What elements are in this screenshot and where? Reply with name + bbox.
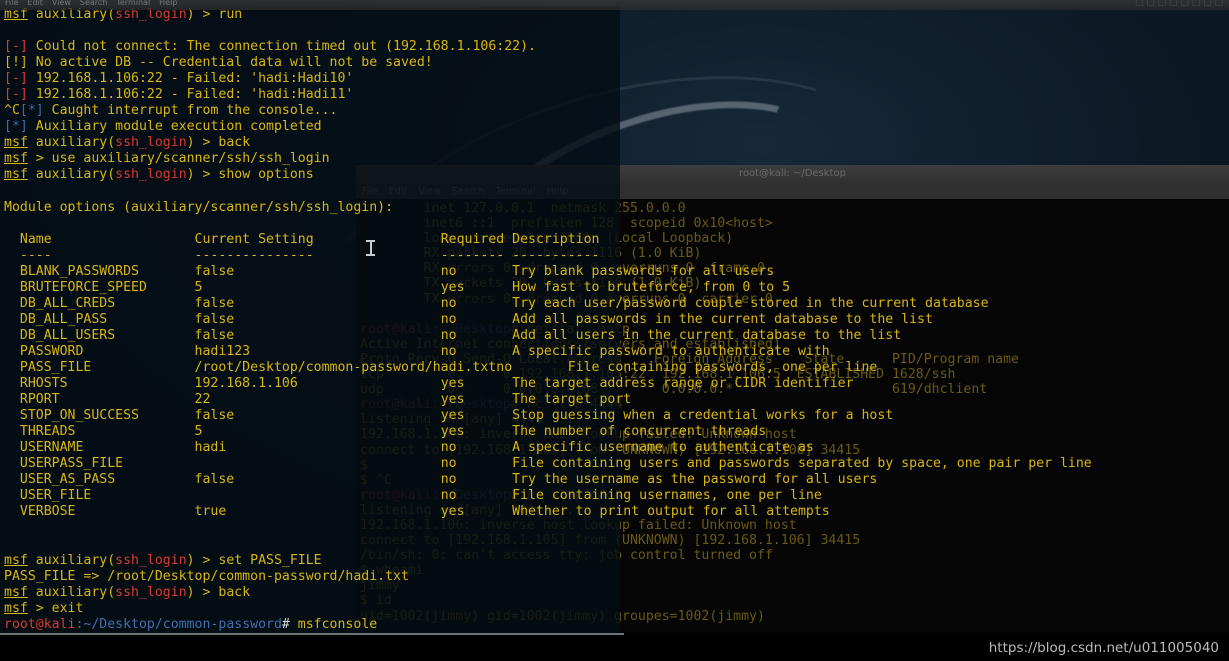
foreground-terminal-bottom-edge <box>0 633 624 635</box>
module-options-column-headers: Name Current Setting <box>4 231 441 247</box>
module-options-rule: ---- --------------- <box>4 247 441 263</box>
module-options-row: USER_AS_PASS false <box>4 472 441 488</box>
msf-prompt: msf <box>4 151 28 167</box>
module-options-row: STOP_ON_SUCCESS false <box>4 408 441 424</box>
terminal-info-line: ^C[*] Caught interrupt from the console.… <box>4 103 338 119</box>
module-options-row: USERNAME hadi <box>4 440 441 456</box>
menu-terminal[interactable]: Terminal <box>116 0 150 7</box>
terminal-command-line: msf auxiliary(ssh_login) > set PASS_FILE <box>4 552 322 568</box>
watermark: https://blog.csdn.net/u011005040 <box>988 640 1219 656</box>
foreground-terminal-window[interactable]: msf auxiliary(ssh_login) > run [-] Could… <box>0 6 620 656</box>
module-options-row: PASSWORD hadi123 <box>4 343 441 359</box>
terminal-command-line: msf > exit <box>4 600 84 616</box>
msf-prompt: msf <box>4 167 28 183</box>
msf-prompt: msf <box>4 552 28 568</box>
msf-prompt: msf <box>4 584 28 600</box>
module-options-row: RPORT 22 <box>4 392 441 408</box>
menu-search[interactable]: Search <box>80 0 107 7</box>
global-menubar[interactable]: File Edit View Search Terminal Help □ □ □ □ □… <box>0 0 1229 10</box>
terminal-command-line: msf auxiliary(ssh_login) > show options <box>4 167 314 183</box>
terminal-command-line: msf auxiliary(ssh_login) > back <box>4 135 251 151</box>
menu-file[interactable]: File <box>5 0 18 7</box>
terminal-output-line: PASS_FILE => /root/Desktop/common-passwo… <box>4 568 409 584</box>
module-options-row: USER_FILE <box>4 488 441 504</box>
module-options-row: BLANK_PASSWORDS false <box>4 263 441 279</box>
menu-view[interactable]: View <box>52 0 71 7</box>
msf-prompt: msf <box>4 135 28 151</box>
terminal-shell-line: root@kali:~/Desktop/common-password# msf… <box>4 616 378 632</box>
module-options-row: THREADS 5 <box>4 424 441 440</box>
module-options-row: DB_ALL_CREDS false <box>4 295 441 311</box>
menu-help[interactable]: Help <box>159 0 177 7</box>
module-options-row: RHOSTS 192.168.1.106 <box>4 376 441 392</box>
terminal-error-line: [-] 192.168.1.106:22 - Failed: 'hadi:Had… <box>4 87 354 103</box>
global-menubar-items[interactable]: File Edit View Search Terminal Help <box>5 0 186 7</box>
terminal-command-line: msf auxiliary(ssh_login) > back <box>4 584 251 600</box>
module-options-row: DB_ALL_USERS false <box>4 327 441 343</box>
system-tray[interactable]: □ □ □ □ □ □ □ □ <box>1135 0 1223 8</box>
module-options-row: USERPASS_FILE <box>4 456 441 472</box>
module-options-header: Module options (auxiliary/scanner/ssh/ss… <box>4 199 394 215</box>
msf-prompt: msf <box>4 600 28 616</box>
module-options-row: BRUTEFORCE_SPEED 5 <box>4 279 441 295</box>
module-options-row: PASS_FILE /root/Desktop/common-password/… <box>4 360 497 376</box>
module-options-row: VERBOSE true <box>4 504 441 520</box>
terminal-warning-line: [!] No active DB -- Credential data will… <box>4 55 433 71</box>
terminal-error-line: [-] Could not connect: The connection ti… <box>4 39 536 55</box>
module-options-row: DB_ALL_PASS false <box>4 311 441 327</box>
terminal-command-line: msf > use auxiliary/scanner/ssh/ssh_logi… <box>4 151 330 167</box>
terminal-error-line: [-] 192.168.1.106:22 - Failed: 'hadi:Had… <box>4 71 354 87</box>
foreground-terminal-output[interactable]: msf auxiliary(ssh_login) > run [-] Could… <box>0 6 620 649</box>
terminal-info-line: [*] Auxiliary module execution completed <box>4 119 322 135</box>
text-cursor-icon <box>366 240 375 256</box>
menu-edit[interactable]: Edit <box>27 0 43 7</box>
